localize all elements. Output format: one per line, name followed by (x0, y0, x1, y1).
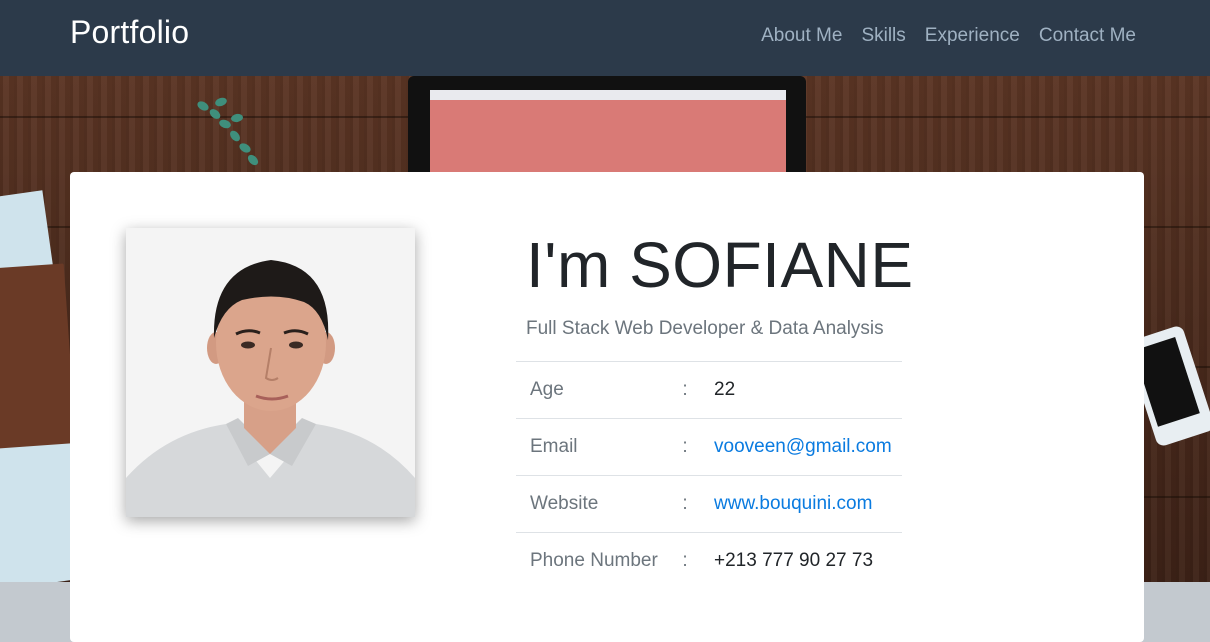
profile-photo (126, 228, 415, 517)
detail-row-age: Age : 22 (516, 361, 902, 419)
person-portrait-icon (126, 228, 415, 517)
detail-key: Age (516, 361, 670, 419)
nav-link-contact-me[interactable]: Contact Me (1039, 25, 1136, 46)
nav-item-contact: Contact Me (1039, 25, 1136, 47)
detail-separator: : (670, 418, 700, 476)
detail-separator: : (670, 361, 700, 419)
monitor-image (408, 76, 806, 176)
profile-details-table: Age : 22 Email : vooveen@gmail.com Websi… (516, 361, 902, 589)
detail-row-email: Email : vooveen@gmail.com (516, 418, 902, 476)
profile-card: I'm SOFIANE Full Stack Web Developer & D… (70, 172, 1144, 642)
detail-value-phone: +213 777 90 27 73 (700, 532, 902, 589)
detail-key: Email (516, 418, 670, 476)
nav-link-skills[interactable]: Skills (861, 25, 905, 46)
nav-item-experience: Experience (925, 25, 1020, 47)
profile-subtitle: Full Stack Web Developer & Data Analysis (526, 318, 884, 339)
detail-row-phone: Phone Number : +213 777 90 27 73 (516, 532, 902, 589)
detail-value-website-cell: www.bouquini.com (700, 475, 902, 533)
email-link[interactable]: vooveen@gmail.com (714, 436, 892, 457)
detail-separator: : (670, 532, 700, 589)
navbar: Portfolio About Me Skills Experience Con… (0, 0, 1210, 76)
nav-menu: About Me Skills Experience Contact Me (761, 25, 1136, 47)
profile-name-heading: I'm SOFIANE (526, 229, 914, 301)
nav-link-about-me[interactable]: About Me (761, 25, 842, 46)
detail-value-age: 22 (700, 361, 902, 419)
nav-item-skills: Skills (861, 25, 905, 47)
detail-row-website: Website : www.bouquini.com (516, 475, 902, 533)
detail-separator: : (670, 475, 700, 533)
plant-decoration (195, 96, 285, 176)
browser-bar (430, 90, 786, 100)
nav-item-about: About Me (761, 25, 842, 47)
website-link[interactable]: www.bouquini.com (714, 493, 872, 514)
detail-key: Phone Number (516, 532, 670, 589)
detail-value-email-cell: vooveen@gmail.com (700, 418, 902, 476)
nav-link-experience[interactable]: Experience (925, 25, 1020, 46)
notebook-decoration (0, 263, 77, 449)
monitor-screen (430, 90, 786, 176)
brand-logo[interactable]: Portfolio (70, 14, 189, 51)
detail-key: Website (516, 475, 670, 533)
